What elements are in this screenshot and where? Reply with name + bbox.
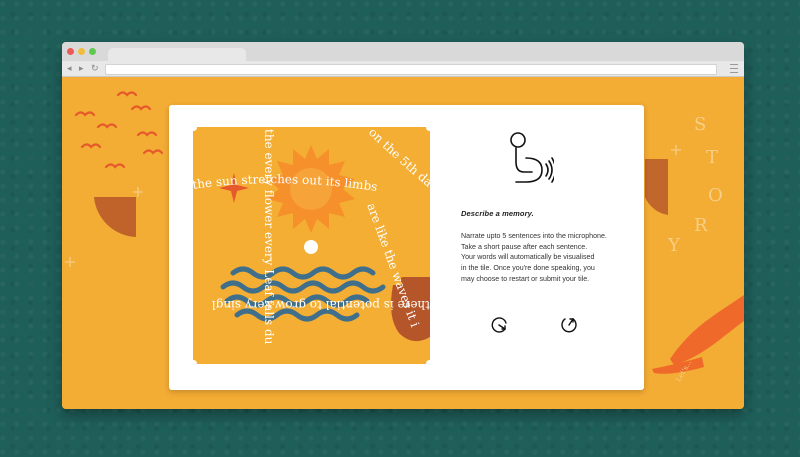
minimize-window-icon[interactable]: [78, 48, 85, 55]
browser-tab[interactable]: [108, 48, 246, 61]
half-sun-shape: [94, 197, 136, 237]
browser-window: ◂ ▸ ↻ S T O R Y Let's... he sun stretche…: [62, 42, 744, 409]
story-letter-t: T: [706, 147, 719, 168]
tile-corner: [426, 127, 430, 131]
visualised-tile: the sun stretches out its limbs on the 5…: [193, 127, 430, 364]
restart-icon[interactable]: [489, 315, 509, 335]
birds-icon: [74, 91, 164, 169]
prompt-instructions: Narrate upto 5 sentences into the microp…: [461, 231, 636, 285]
submit-icon[interactable]: [559, 315, 579, 335]
prompt-line: Your words will automatically be visuali…: [461, 253, 595, 262]
back-arrow-icon[interactable]: ◂: [67, 63, 72, 74]
speaking-head-icon: [510, 132, 554, 183]
tile-artwork: the sun stretches out its limbs on the 5…: [193, 127, 430, 345]
close-window-icon[interactable]: [67, 48, 74, 55]
browser-toolbar: ◂ ▸ ↻: [62, 61, 744, 77]
hamburger-menu-icon[interactable]: [730, 64, 738, 73]
reload-icon[interactable]: ↻: [91, 63, 99, 74]
browser-titlebar: [62, 42, 744, 61]
tile-corner: [426, 360, 430, 364]
story-letter-r: R: [694, 215, 708, 236]
tile-text-bottom: there is potential to grow very singl: [212, 298, 430, 312]
story-letter-s: S: [694, 114, 707, 135]
story-letter-y: Y: [668, 235, 680, 256]
forward-arrow-icon[interactable]: ▸: [79, 63, 84, 74]
tile-card: the sun stretches out its limbs on the 5…: [169, 105, 644, 390]
page-content: S T O R Y Let's... he sun stretches out …: [62, 77, 744, 409]
tile-corner: [193, 360, 197, 364]
prompt-line: in the tile. Once you're done speaking, …: [461, 264, 595, 273]
prompt-line: Narrate upto 5 sentences into the microp…: [461, 232, 607, 240]
prompt-title: Describe a memory.: [461, 209, 534, 218]
moon-dot-icon: [304, 240, 318, 254]
address-bar[interactable]: [105, 64, 717, 75]
prompt-line: Take a short pause after each sentence.: [461, 242, 588, 251]
prompt-line: may choose to restart or submit your til…: [461, 274, 590, 283]
maximize-window-icon[interactable]: [89, 48, 96, 55]
story-letter-o: O: [708, 185, 723, 206]
